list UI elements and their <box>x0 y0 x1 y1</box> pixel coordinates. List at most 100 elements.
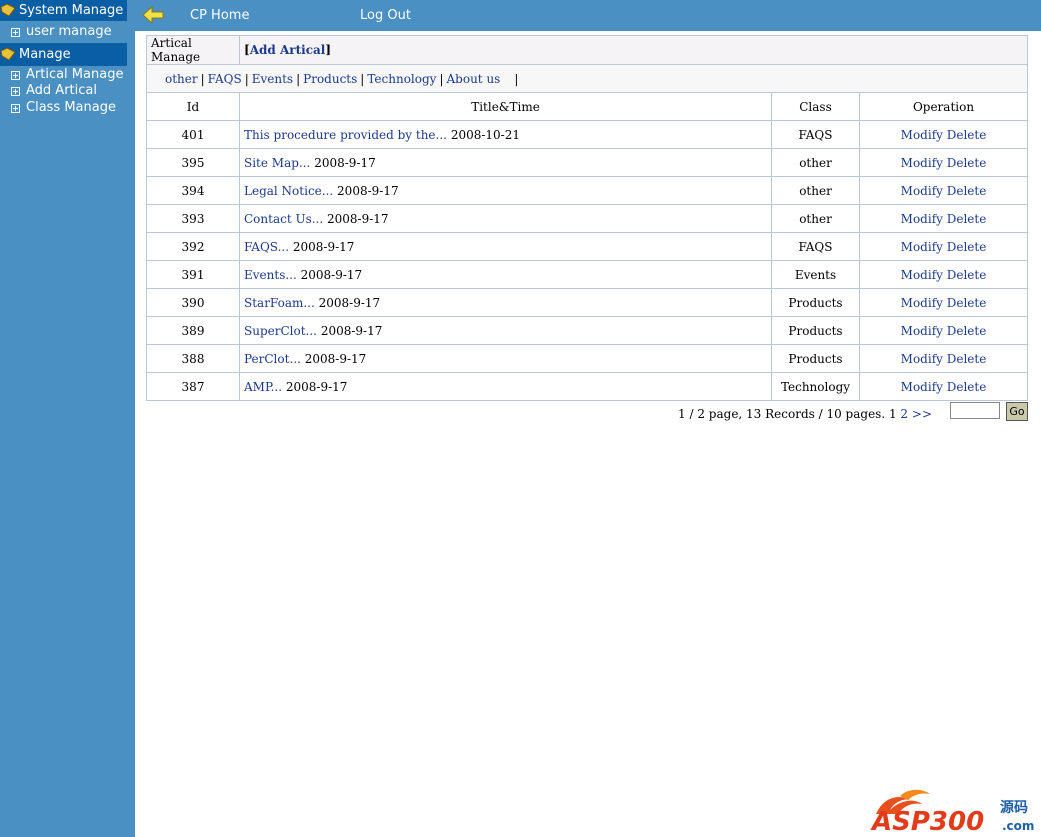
page-number-input[interactable] <box>950 402 1000 419</box>
modify-link[interactable]: Modify <box>901 296 943 310</box>
go-button[interactable]: Go <box>1006 402 1028 421</box>
modify-link[interactable]: Modify <box>901 380 943 394</box>
sidebar-item-user-manage[interactable]: user manage <box>0 24 130 40</box>
row-title-cell: Contact Us... 2008-9-17 <box>239 204 772 233</box>
row-class: FAQS <box>771 120 860 149</box>
delete-link[interactable]: Delete <box>947 324 987 338</box>
row-id: 391 <box>146 260 240 289</box>
row-date: 2008-9-17 <box>318 295 381 310</box>
sidebar-section-manage[interactable]: Manage <box>0 43 127 66</box>
class-nav-link[interactable]: Technology <box>367 72 436 86</box>
table-body: 401 This procedure provided by the... 200… <box>146 120 1028 401</box>
logout-link[interactable]: Log Out <box>360 8 411 23</box>
row-title-link[interactable]: FAQS... <box>244 240 289 254</box>
row-title-cell: Site Map... 2008-9-17 <box>239 148 772 177</box>
row-title-link[interactable]: StarFoam... <box>244 296 315 310</box>
row-date: 2008-10-21 <box>450 127 520 142</box>
table-row: 390 StarFoam... 2008-9-17 Products Modify D… <box>146 288 1028 317</box>
delete-link[interactable]: Delete <box>947 128 987 142</box>
nav-separator: | <box>439 71 444 86</box>
section-title: Artical Manage <box>146 35 240 65</box>
row-title-link[interactable]: SuperClot... <box>244 324 317 338</box>
class-nav-link[interactable]: Products <box>303 72 357 86</box>
logo-cn: 源码 <box>1000 799 1028 816</box>
row-id: 387 <box>146 372 240 401</box>
row-operation: Modify Delete <box>859 148 1028 177</box>
modify-link[interactable]: Modify <box>901 212 943 226</box>
modify-link[interactable]: Modify <box>901 156 943 170</box>
row-operation: Modify Delete <box>859 372 1028 401</box>
modify-link[interactable]: Modify <box>901 184 943 198</box>
row-title-cell: Legal Notice... 2008-9-17 <box>239 176 772 205</box>
bracket-close: ] <box>325 43 332 57</box>
delete-link[interactable]: Delete <box>947 184 987 198</box>
row-title-link[interactable]: PerClot... <box>244 352 301 366</box>
row-date: 2008-9-17 <box>314 155 376 170</box>
row-id: 395 <box>146 148 240 177</box>
class-nav-link[interactable]: Events <box>252 72 293 86</box>
modify-link[interactable]: Modify <box>901 268 943 282</box>
delete-link[interactable]: Delete <box>947 240 987 254</box>
page-2-link[interactable]: 2 <box>900 407 908 421</box>
folder-icon <box>1 48 16 60</box>
row-title-cell: PerClot... 2008-9-17 <box>239 344 772 373</box>
row-class: Products <box>771 344 860 373</box>
sidebar-item-label: Class Manage <box>26 100 116 115</box>
logo-sub: .com <box>1002 819 1034 833</box>
row-id: 392 <box>146 232 240 261</box>
row-title-cell: AMP... 2008-9-17 <box>239 372 772 401</box>
class-nav-link[interactable]: FAQS <box>208 72 242 86</box>
pager: 1 / 2 page, 13 Records / 10 pages. 1 2 >… <box>146 400 1028 424</box>
row-date: 2008-9-17 <box>285 379 348 394</box>
table-row: 388 PerClot... 2008-9-17 Products Modify De… <box>146 344 1028 373</box>
cp-home-link[interactable]: CP Home <box>190 8 249 23</box>
delete-link[interactable]: Delete <box>947 268 987 282</box>
nav-separator: | <box>296 71 301 86</box>
table-header: Id Title&Time Class Operation <box>146 92 1028 121</box>
delete-link[interactable]: Delete <box>947 380 987 394</box>
delete-link[interactable]: Delete <box>947 156 987 170</box>
table-row: 401 This procedure provided by the... 200… <box>146 120 1028 149</box>
delete-link[interactable]: Delete <box>947 296 987 310</box>
folder-icon <box>1 4 16 16</box>
back-arrow-icon[interactable] <box>141 5 165 25</box>
sidebar-item-artical-manage[interactable]: Artical Manage <box>0 67 130 83</box>
modify-link[interactable]: Modify <box>901 128 943 142</box>
row-title-link[interactable]: AMP... <box>244 380 282 394</box>
modify-link[interactable]: Modify <box>901 324 943 338</box>
row-id: 388 <box>146 344 240 373</box>
row-title-link[interactable]: This procedure provided by the... <box>244 128 447 142</box>
delete-link[interactable]: Delete <box>947 352 987 366</box>
delete-link[interactable]: Delete <box>947 212 987 226</box>
row-date: 2008-9-17 <box>320 323 383 338</box>
sidebar-item-label: user manage <box>26 24 112 39</box>
add-artical-link[interactable]: Add Artical <box>250 43 326 57</box>
class-nav: other | FAQS | Events | Products | Technology | Ab… <box>146 64 1028 93</box>
next-page-link[interactable]: >> <box>912 407 932 421</box>
row-title-cell: SuperClot... 2008-9-17 <box>239 316 772 345</box>
row-title-cell: FAQS... 2008-9-17 <box>239 232 772 261</box>
sidebar-item-class-manage[interactable]: Class Manage <box>0 100 130 116</box>
class-nav-link[interactable]: other <box>165 72 198 86</box>
row-class: other <box>771 176 860 205</box>
modify-link[interactable]: Modify <box>901 352 943 366</box>
row-id: 401 <box>146 120 240 149</box>
column-header-title: Title&Time <box>239 92 772 121</box>
modify-link[interactable]: Modify <box>901 240 943 254</box>
row-operation: Modify Delete <box>859 316 1028 345</box>
row-class: Products <box>771 316 860 345</box>
row-title-link[interactable]: Contact Us... <box>244 212 323 226</box>
row-title-link[interactable]: Site Map... <box>244 156 310 170</box>
sidebar-section-label: System Manage <box>19 3 124 18</box>
row-class: other <box>771 204 860 233</box>
row-title-cell: StarFoam... 2008-9-17 <box>239 288 772 317</box>
class-nav-link[interactable]: About us <box>447 72 501 86</box>
sidebar-item-add-artical[interactable]: Add Artical <box>0 83 130 99</box>
row-title-link[interactable]: Events... <box>244 268 297 282</box>
row-title-link[interactable]: Legal Notice... <box>244 184 333 198</box>
asp300-logo: ASP300 源码 .com <box>870 789 1034 834</box>
table-row: 387 AMP... 2008-9-17 Technology Modify Dele… <box>146 372 1028 401</box>
sidebar-section-system-manage[interactable]: System Manage <box>0 0 127 21</box>
expand-icon <box>11 28 20 37</box>
row-date: 2008-9-17 <box>292 239 355 254</box>
